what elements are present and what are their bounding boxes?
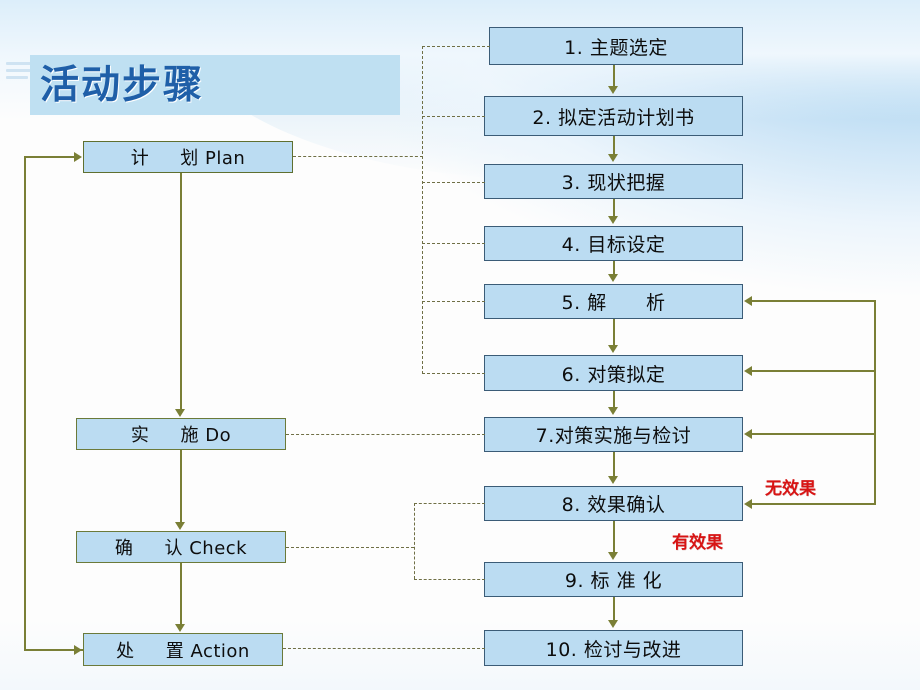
step-box-6[interactable]: 6. 对策拟定 <box>484 355 743 391</box>
feedback-source-step-8 <box>752 503 876 505</box>
connector-check-to-action <box>180 563 182 625</box>
feedback-branch-to-step-7 <box>752 433 876 435</box>
dashed-check-to-trunk <box>286 547 414 548</box>
step-box-2[interactable]: 2. 拟定活动计划书 <box>484 96 743 136</box>
connector-step-6-7 <box>613 391 615 408</box>
connector-plan-to-do <box>180 173 182 410</box>
dashed-plan-trunk <box>422 46 423 374</box>
connector-step-3-4 <box>613 199 615 217</box>
arrow-plan-to-do <box>175 409 185 417</box>
arrow-step-7-8 <box>608 476 618 484</box>
dashed-do-to-step-7 <box>286 434 485 435</box>
dashed-plan-to-trunk <box>293 156 423 157</box>
pdca-box-plan[interactable]: 计 划 Plan <box>83 141 293 173</box>
step-box-9[interactable]: 9. 标 准 化 <box>484 562 743 597</box>
pdca-box-check[interactable]: 确 认 Check <box>76 531 286 563</box>
arrow-feedback-into-step-8 <box>744 499 752 509</box>
connector-step-1-2 <box>613 65 615 87</box>
arrow-loop-into-plan <box>74 152 82 162</box>
annotation-no-effect: 无效果 <box>765 479 816 499</box>
dashed-check-branch-8 <box>414 503 485 504</box>
dashed-plan-branch-5 <box>422 301 485 302</box>
dashed-plan-branch-3 <box>422 182 485 183</box>
arrow-feedback-step-7 <box>744 429 752 439</box>
connector-do-to-check <box>180 450 182 523</box>
feedback-trunk <box>874 300 876 504</box>
arrow-step-5-6 <box>608 345 618 353</box>
arrow-step-6-7 <box>608 407 618 415</box>
dashed-check-branch-9 <box>414 579 485 580</box>
stripes-icon <box>6 62 32 84</box>
arrow-feedback-step-6 <box>744 366 752 376</box>
step-box-3[interactable]: 3. 现状把握 <box>484 164 743 199</box>
step-box-4[interactable]: 4. 目标设定 <box>484 226 743 261</box>
step-box-10[interactable]: 10. 检讨与改进 <box>484 630 743 666</box>
arrow-step-4-5 <box>608 274 618 282</box>
connector-step-8-9 <box>613 521 615 553</box>
arrow-check-to-action <box>175 624 185 632</box>
pdca-box-do[interactable]: 实 施 Do <box>76 418 286 450</box>
feedback-branch-to-step-5 <box>752 300 876 302</box>
arrow-step-3-4 <box>608 216 618 224</box>
arrow-step-9-10 <box>608 620 618 628</box>
dashed-check-trunk <box>414 503 415 579</box>
arrow-feedback-step-5 <box>744 296 752 306</box>
step-box-7[interactable]: 7.对策实施与检讨 <box>484 417 743 452</box>
dashed-plan-branch-4 <box>422 243 485 244</box>
step-box-5[interactable]: 5. 解 析 <box>484 284 743 319</box>
arrow-step-8-9 <box>608 552 618 560</box>
connector-step-4-5 <box>613 261 615 275</box>
feedback-branch-to-step-6 <box>752 370 876 372</box>
connector-step-7-8 <box>613 452 615 477</box>
dashed-action-to-step-10 <box>283 648 485 649</box>
arrow-do-to-check <box>175 522 185 530</box>
connector-action-loop-top <box>24 156 75 158</box>
connector-step-5-6 <box>613 319 615 346</box>
annotation-has-effect: 有效果 <box>672 533 723 553</box>
dashed-plan-branch-6 <box>422 373 485 374</box>
connector-step-9-10 <box>613 597 615 621</box>
arrow-loop-into-action <box>74 645 82 655</box>
dashed-plan-branch-2 <box>422 116 485 117</box>
arrow-step-1-2 <box>608 86 618 94</box>
arrow-step-2-3 <box>608 154 618 162</box>
connector-step-2-3 <box>613 136 615 155</box>
connector-action-loop-left <box>24 157 26 650</box>
page-title: 活动步骤 <box>40 63 205 108</box>
pdca-box-action[interactable]: 处 置 Action <box>83 633 283 666</box>
dashed-plan-branch-1 <box>422 46 490 47</box>
step-box-1[interactable]: 1. 主题选定 <box>489 27 743 65</box>
step-box-8[interactable]: 8. 效果确认 <box>484 486 743 521</box>
slide-canvas: 活动步骤 计 划 Plan 实 施 Do 确 认 Check 处 置 Actio… <box>0 0 920 690</box>
